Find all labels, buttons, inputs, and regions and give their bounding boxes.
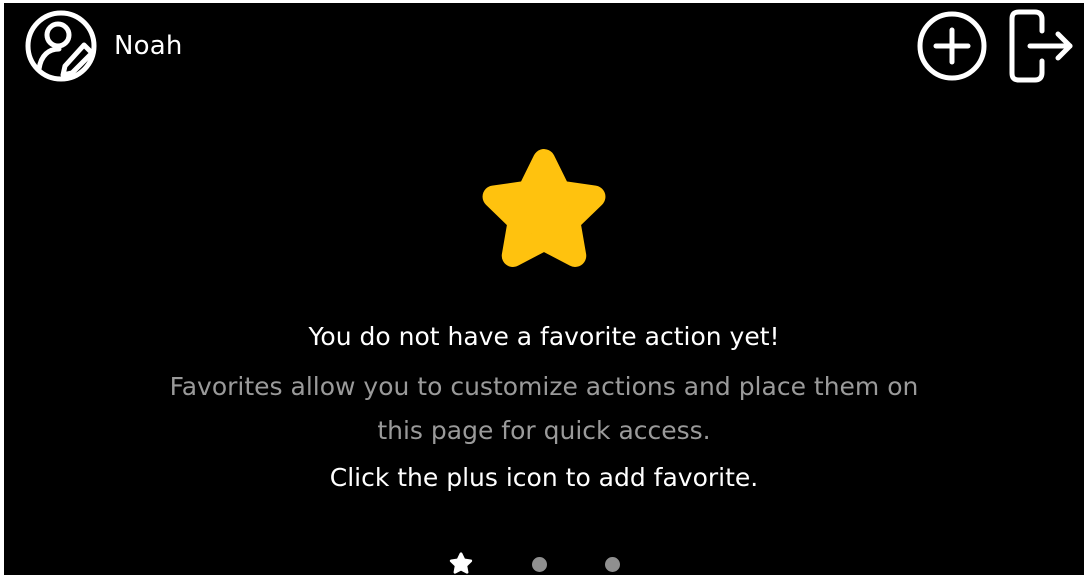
empty-state-title: You do not have a favorite action yet! bbox=[308, 322, 780, 351]
star-icon bbox=[482, 149, 606, 267]
empty-state-description: Favorites allow you to customize actions… bbox=[169, 372, 919, 445]
page-indicator-dot[interactable] bbox=[532, 556, 547, 572]
user-edit-icon[interactable] bbox=[24, 8, 100, 84]
plus-circle-icon[interactable] bbox=[916, 10, 988, 82]
empty-state-hint: Click the plus icon to add favorite. bbox=[329, 463, 759, 492]
page-indicator-star-icon[interactable] bbox=[448, 551, 474, 575]
empty-favorites: You do not have a favorite action yet! F… bbox=[4, 146, 1084, 495]
user-profile[interactable]: Noah bbox=[24, 8, 183, 84]
favorites-screen: Noah You do not have a favorite action y… bbox=[4, 3, 1084, 575]
header-actions bbox=[916, 8, 1076, 84]
page-indicator bbox=[4, 551, 1084, 575]
page-indicator-dot[interactable] bbox=[605, 556, 620, 572]
logout-icon[interactable] bbox=[1008, 8, 1076, 84]
user-name: Noah bbox=[114, 31, 183, 61]
